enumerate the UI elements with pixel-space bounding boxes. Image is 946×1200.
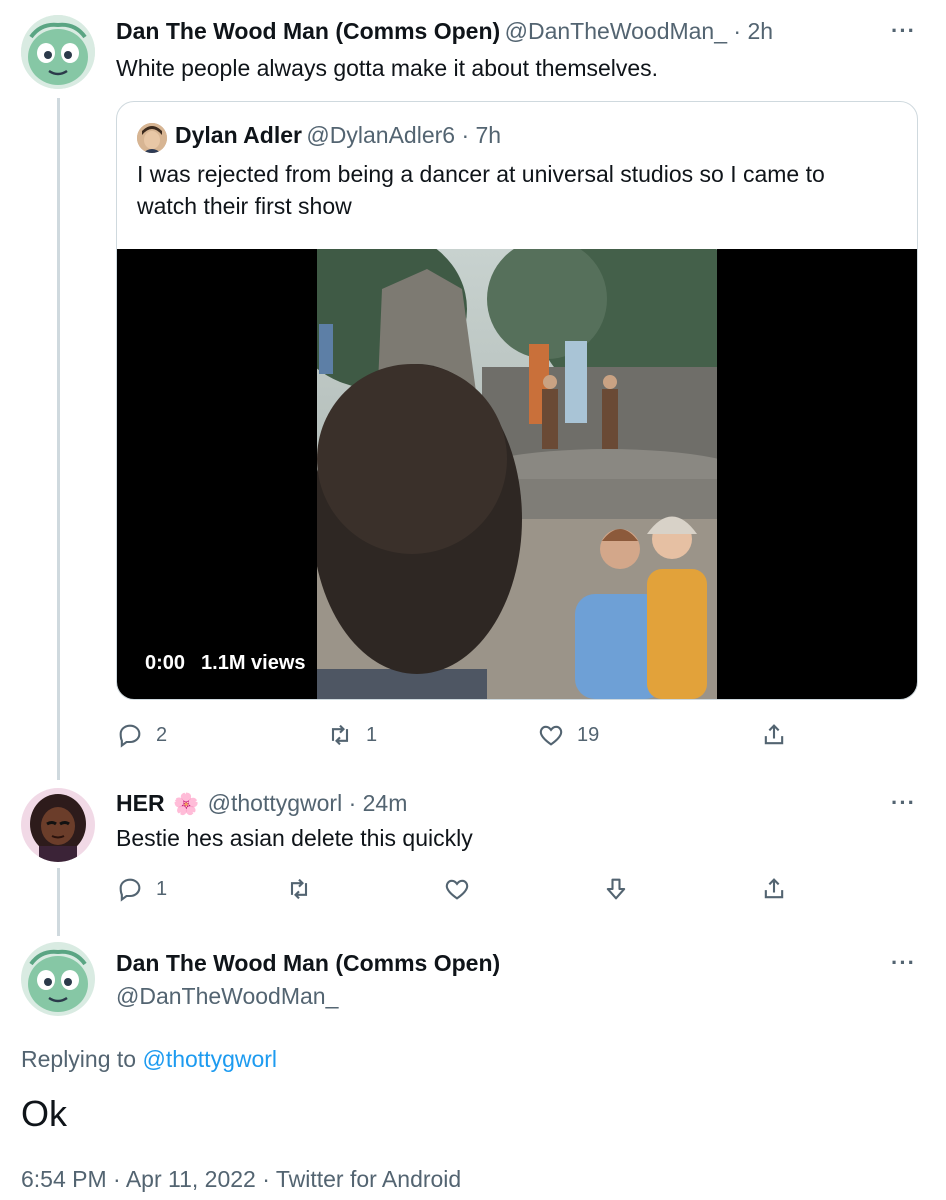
tweet-text: Ok <box>21 1093 68 1134</box>
reply-count: 2 <box>156 723 168 746</box>
more-options-icon[interactable]: ··· <box>891 18 916 44</box>
quoted-avatar <box>137 123 167 153</box>
avatar-image <box>21 942 95 1016</box>
quoted-text-line-1: I was rejected from being a dancer at un… <box>137 161 825 187</box>
like-button[interactable]: 19 <box>537 721 599 749</box>
share-icon <box>764 878 784 899</box>
share-button[interactable] <box>760 875 788 903</box>
tweet-timestamp[interactable]: 6:54 PM · Apr 11, 2022 · Twitter for And… <box>21 1166 461 1193</box>
heart-icon <box>445 879 469 900</box>
avatar-image <box>21 788 95 862</box>
video-timer: 0:00 <box>145 652 186 674</box>
video-thumbnail <box>317 249 717 699</box>
avatar[interactable] <box>21 942 95 1016</box>
retweet-button[interactable] <box>285 875 313 903</box>
thread-line-2 <box>57 868 60 936</box>
like-button[interactable] <box>443 875 471 903</box>
author-name[interactable]: Dan The Wood Man (Comms Open) <box>116 950 500 977</box>
reply-button[interactable]: 2 <box>116 721 167 749</box>
reply-icon <box>119 878 141 902</box>
author-name[interactable]: HER <box>116 790 165 816</box>
tweet-text: Bestie hes asian delete this quickly <box>116 825 473 851</box>
video-frame <box>317 249 717 699</box>
quoted-author-name: Dylan Adler <box>175 122 302 148</box>
video-views: 1.1M views <box>201 652 306 674</box>
flower-emoji-icon: 🌸 <box>173 793 200 816</box>
heart-icon <box>539 725 563 746</box>
thread-line-1 <box>57 98 60 780</box>
replying-to-link[interactable]: @thottygworl <box>142 1046 277 1072</box>
avatar[interactable] <box>21 788 95 862</box>
author-handle-time[interactable]: @DanTheWoodMan_ · 2h <box>505 18 773 44</box>
downvote-button[interactable] <box>602 875 630 903</box>
retweet-icon <box>331 724 349 746</box>
tweet-text: White people always gotta make it about … <box>116 55 659 81</box>
reply-icon <box>119 724 141 748</box>
quoted-tweet[interactable]: Dylan Adler @DylanAdler6 · 7h I was reje… <box>116 101 918 700</box>
share-icon <box>764 724 784 745</box>
quoted-avatar-image <box>137 123 167 153</box>
retweet-button[interactable]: 1 <box>326 721 377 749</box>
author-handle-time[interactable]: @thottygworl · 24m <box>208 790 408 816</box>
author-name[interactable]: Dan The Wood Man (Comms Open) <box>116 18 500 44</box>
down-arrow-icon <box>606 878 626 900</box>
share-button[interactable] <box>760 721 788 749</box>
more-options-icon[interactable]: ··· <box>891 950 916 976</box>
reply-button[interactable]: 1 <box>116 875 167 903</box>
quoted-text-line-2: watch their first show <box>137 193 352 219</box>
avatar[interactable] <box>21 15 95 89</box>
reply-count: 1 <box>156 877 168 900</box>
replying-to-label: Replying to <box>21 1046 137 1072</box>
quoted-author-handle-time: @DylanAdler6 · 7h <box>306 122 502 148</box>
author-handle[interactable]: @DanTheWoodMan_ <box>116 983 338 1010</box>
retweet-count: 1 <box>366 723 378 746</box>
video-player[interactable]: 0:00 1.1M views <box>117 249 917 699</box>
more-options-icon[interactable]: ··· <box>891 790 916 816</box>
like-count: 19 <box>577 723 600 746</box>
avatar-image <box>21 15 95 89</box>
retweet-icon <box>290 878 308 900</box>
